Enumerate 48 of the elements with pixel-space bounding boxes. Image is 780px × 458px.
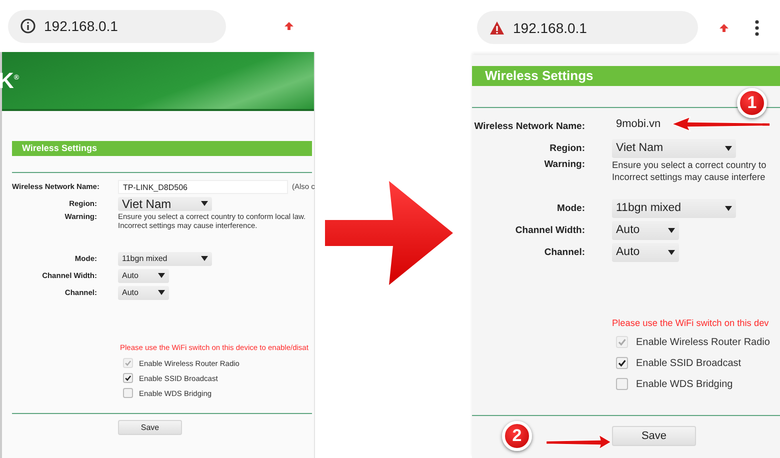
url-text: 192.168.0.1 xyxy=(44,18,118,34)
field-label: Region: xyxy=(548,142,585,154)
field-label: Mode: xyxy=(556,202,585,214)
info-icon xyxy=(20,18,36,34)
caret-icon xyxy=(158,273,165,278)
checkbox[interactable] xyxy=(123,388,133,398)
caret-icon xyxy=(158,290,165,295)
dropdown[interactable]: Auto xyxy=(118,286,169,300)
url-text: 192.168.0.1 xyxy=(513,20,587,36)
upload-icon xyxy=(284,21,294,31)
caret-icon xyxy=(201,256,208,261)
notice-text: Please use the WiFi switch on this dev xyxy=(612,318,770,328)
warning-text: Ensure you select a correct country to Incorrect settings may cause interfere xyxy=(612,159,766,183)
pointer-arrow xyxy=(545,434,611,450)
save-button[interactable]: Save xyxy=(612,426,696,446)
dropdown[interactable]: Auto xyxy=(118,268,169,282)
dropdown[interactable]: 11bgn mixed xyxy=(612,198,736,218)
checkbox-label: Enable Wireless Router Radio xyxy=(636,336,770,348)
checkbox-label: Enable SSID Broadcast xyxy=(636,358,742,368)
caret-icon xyxy=(668,228,675,232)
caret-icon xyxy=(201,201,208,206)
field-label: Warning: xyxy=(543,159,585,170)
section-title: Wireless Settings xyxy=(12,141,312,156)
save-button[interactable]: Save xyxy=(118,420,182,435)
checkbox-label: Enable WDS Bridging xyxy=(636,378,733,390)
field-label: Channel Width: xyxy=(514,224,585,236)
upload-icon xyxy=(719,22,729,32)
section-title: Wireless Settings xyxy=(472,66,780,86)
warning-icon xyxy=(489,20,505,36)
dropdown[interactable]: Viet Nam xyxy=(118,196,212,210)
dropdown[interactable]: Auto xyxy=(612,242,679,262)
checkbox[interactable] xyxy=(616,357,628,369)
field-label: Channel: xyxy=(543,246,585,258)
checkbox[interactable] xyxy=(123,373,133,383)
caret-icon xyxy=(725,206,732,210)
menu-icon xyxy=(755,20,759,36)
caret-icon xyxy=(668,250,675,254)
address-bar[interactable]: 192.168.0.1 xyxy=(477,11,698,44)
address-bar[interactable]: 192.168.0.1 xyxy=(8,10,226,42)
right-arrow-icon xyxy=(322,178,454,288)
checkbox[interactable] xyxy=(616,378,628,390)
dropdown[interactable]: 11bgn mixed xyxy=(118,252,212,266)
caret-icon xyxy=(725,146,732,150)
field-label: Wireless Network Name: xyxy=(473,120,585,132)
text-field[interactable]: TP-LINK_D8D506 xyxy=(118,180,288,194)
dropdown[interactable]: Viet Nam xyxy=(612,138,736,158)
dropdown[interactable]: Auto xyxy=(612,220,679,240)
text-field[interactable]: 9mobi.vn xyxy=(612,117,664,135)
